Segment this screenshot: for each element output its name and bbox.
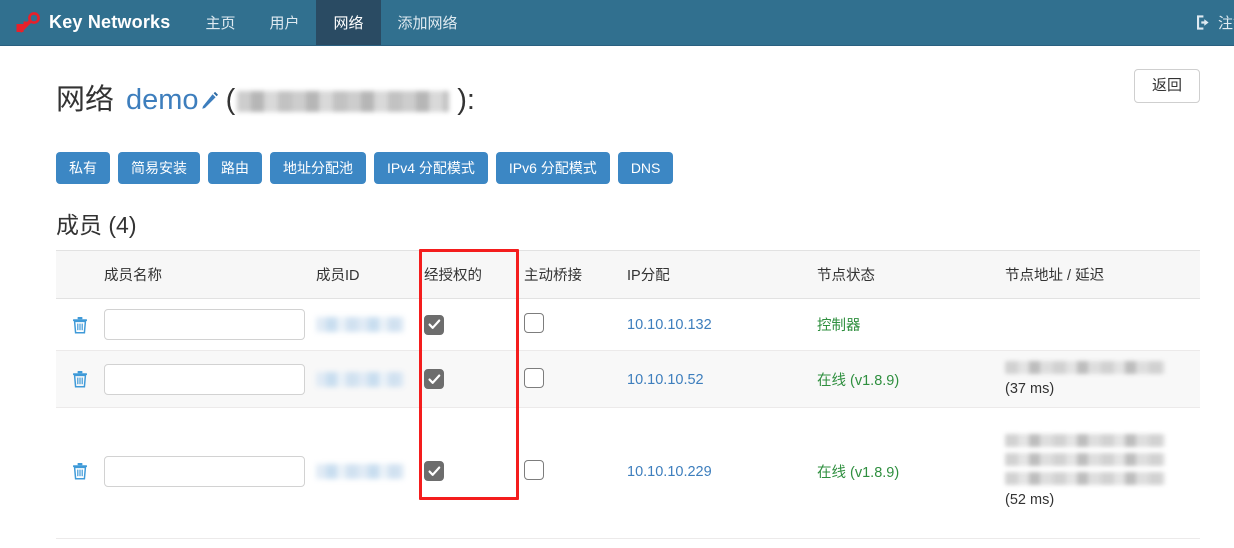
- node-latency: (52 ms): [1005, 492, 1055, 509]
- node-status: 控制器: [817, 318, 861, 335]
- node-latency: (37 ms): [1005, 381, 1055, 398]
- trash-icon[interactable]: [72, 316, 96, 334]
- tag-dns[interactable]: DNS: [617, 152, 674, 185]
- active-bridge-checkbox[interactable]: [524, 367, 544, 388]
- sign-out-icon: [1195, 14, 1212, 31]
- tag-ip-pool[interactable]: 地址分配池: [270, 152, 366, 185]
- member-ip-cell: 10.10.10.132: [627, 298, 817, 352]
- member-id-cell: [316, 298, 424, 352]
- col-active-bridge: 主动桥接: [524, 250, 627, 300]
- member-id-cell: [316, 407, 424, 540]
- member-authorized-cell: [424, 350, 524, 409]
- node-status: 在线 (v1.8.9): [817, 464, 900, 481]
- table-header-row: 成员名称 成员ID 经授权的 主动桥接 IP分配 节点状态 节点地址 / 延迟: [56, 250, 1200, 300]
- network-id-redacted: [237, 91, 450, 113]
- node-status: 在线 (v1.8.9): [817, 372, 900, 389]
- active-bridge-checkbox[interactable]: [524, 459, 544, 480]
- paren-open: (: [225, 84, 236, 117]
- title-row: 网络 demo ( ): 返回: [56, 63, 1200, 138]
- member-address-cell: (37 ms): [1005, 350, 1200, 409]
- member-bridge-cell: [524, 298, 627, 352]
- member-ip-cell: 10.10.10.52: [627, 350, 817, 409]
- ip-assignment-link[interactable]: 10.10.10.52: [627, 372, 704, 388]
- ip-assignment-link[interactable]: 10.10.10.132: [627, 317, 712, 333]
- member-name-cell: [104, 350, 316, 409]
- tag-private[interactable]: 私有: [56, 152, 110, 185]
- member-status-cell: 在线 (v1.8.9): [817, 407, 1005, 540]
- page-body: 网络 demo ( ): 返回 私有 简易安装 路由 地址分配池 IPv4 分配…: [0, 63, 1234, 548]
- members-table-wrap: 成员名称 成员ID 经授权的 主动桥接 IP分配 节点状态 节点地址 / 延迟: [56, 249, 1200, 540]
- table-row: 10.10.10.52 在线 (v1.8.9) (37 ms): [56, 350, 1200, 409]
- nav-item-add-network[interactable]: 添加网络: [381, 0, 475, 45]
- member-name-cell: [104, 407, 316, 540]
- member-name-input[interactable]: [104, 455, 305, 487]
- node-address-redacted: [1005, 361, 1165, 375]
- authorized-checkbox[interactable]: [424, 461, 444, 482]
- nav-item-users[interactable]: 用户: [252, 0, 316, 45]
- member-delete-cell: [56, 298, 104, 352]
- tag-ipv6-mode[interactable]: IPv6 分配模式: [495, 152, 610, 185]
- nav-item-networks[interactable]: 网络: [316, 0, 381, 45]
- authorized-checkbox[interactable]: [424, 369, 444, 390]
- member-name-input[interactable]: [104, 363, 305, 395]
- member-delete-cell: [56, 407, 104, 540]
- member-name-cell: [104, 298, 316, 352]
- page-title: 网络 demo ( ):: [56, 82, 475, 118]
- network-name: demo: [126, 84, 199, 117]
- members-heading: 成员 (4): [56, 212, 137, 239]
- members-table-head: 成员名称 成员ID 经授权的 主动桥接 IP分配 节点状态 节点地址 / 延迟: [56, 250, 1200, 300]
- node-address-redacted: [1005, 472, 1165, 486]
- network-settings-tags: 私有 简易安装 路由 地址分配池 IPv4 分配模式 IPv6 分配模式 DNS: [56, 152, 1200, 185]
- members-table-body: 10.10.10.132 控制器 10.10.10.52 在线 (v1.8.9)…: [56, 298, 1200, 540]
- active-bridge-checkbox[interactable]: [524, 313, 544, 334]
- col-node-status: 节点状态: [817, 250, 1005, 300]
- tag-ipv4-mode[interactable]: IPv4 分配模式: [374, 152, 488, 185]
- col-node-address: 节点地址 / 延迟: [1005, 250, 1200, 300]
- tag-routes[interactable]: 路由: [208, 152, 262, 185]
- member-bridge-cell: [524, 350, 627, 409]
- node-address-redacted: [1005, 434, 1165, 448]
- member-bridge-cell: [524, 407, 627, 540]
- tag-easy-setup[interactable]: 简易安装: [118, 152, 200, 185]
- logout-label: 注销: [1217, 15, 1234, 32]
- nav-links: 主页 用户 网络 添加网络: [188, 0, 474, 45]
- table-row: 10.10.10.132 控制器: [56, 298, 1200, 352]
- top-navbar: Key Networks 主页 用户 网络 添加网络 注销: [0, 0, 1234, 46]
- table-row: 10.10.10.229 在线 (v1.8.9) (52 ms): [56, 407, 1200, 540]
- member-status-cell: 控制器: [817, 298, 1005, 352]
- members-table: 成员名称 成员ID 经授权的 主动桥接 IP分配 节点状态 节点地址 / 延迟: [56, 250, 1200, 540]
- page-title-prefix: 网络: [56, 84, 115, 117]
- ip-assignment-link[interactable]: 10.10.10.229: [627, 464, 712, 480]
- node-address-redacted: [1005, 453, 1165, 467]
- member-ip-cell: 10.10.10.229: [627, 407, 817, 540]
- brand-logo[interactable]: Key Networks: [0, 0, 188, 45]
- nav-item-home[interactable]: 主页: [188, 0, 252, 45]
- key-icon: [14, 11, 40, 34]
- logout-button[interactable]: 注销: [1187, 12, 1234, 33]
- pencil-icon[interactable]: [199, 91, 219, 110]
- brand-label: Key Networks: [49, 12, 171, 32]
- authorized-checkbox[interactable]: [424, 314, 444, 335]
- member-authorized-cell: [424, 298, 524, 352]
- col-delete: [56, 250, 104, 300]
- trash-icon[interactable]: [72, 370, 96, 388]
- member-status-cell: 在线 (v1.8.9): [817, 350, 1005, 409]
- member-address-cell: [1005, 298, 1200, 352]
- trash-icon[interactable]: [72, 462, 96, 480]
- member-authorized-cell: [424, 407, 524, 540]
- member-id-redacted[interactable]: [316, 371, 404, 387]
- back-button[interactable]: 返回: [1133, 69, 1200, 103]
- col-ip-assignment: IP分配: [627, 250, 817, 300]
- member-delete-cell: [56, 350, 104, 409]
- member-address-cell: (52 ms): [1005, 407, 1200, 540]
- member-name-input[interactable]: [104, 309, 305, 341]
- member-id-redacted[interactable]: [316, 463, 404, 479]
- member-id-redacted[interactable]: [316, 317, 404, 333]
- col-member-name: 成员名称: [104, 250, 316, 300]
- member-id-cell: [316, 350, 424, 409]
- col-authorized: 经授权的: [424, 250, 524, 300]
- col-member-id: 成员ID: [316, 250, 424, 300]
- navbar-right: 注销: [1187, 0, 1234, 45]
- paren-close: ):: [457, 84, 475, 117]
